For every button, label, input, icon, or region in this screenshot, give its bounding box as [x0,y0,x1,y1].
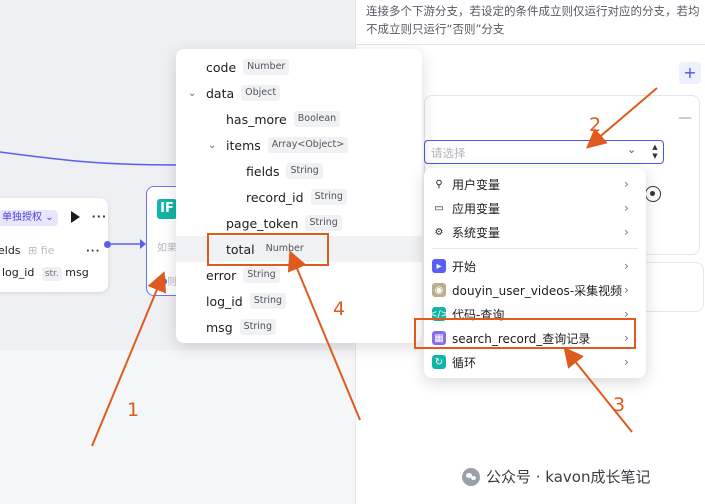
type-tag: String [239,319,276,335]
type-tag-str: str. [41,267,62,281]
tree-item-log-id[interactable]: log_id String [176,288,422,314]
gear-icon: ⚙ [434,226,444,238]
user-icon: ⚲ [435,178,443,190]
variable-select[interactable]: 请选择 ⌄ ▲ ▼ [424,140,664,164]
annotation-number-1: 1 [127,399,140,421]
tree-item-msg[interactable]: msg String [176,314,422,340]
type-tag: String [286,163,323,179]
highlight-box-total [207,233,329,266]
field-label-fields: elds [0,244,21,257]
chevron-down-icon[interactable]: ⌄ [188,88,198,99]
menu-item-label: 应用变量 [452,201,501,216]
tree-item-name: error [206,267,237,283]
chevron-right-icon: › [624,355,629,369]
wechat-icon [462,467,480,486]
tree-item-name: msg [206,319,233,335]
chevron-right-icon: › [624,201,629,215]
variable-tree-popup[interactable]: code Number ⌄ data Object has_more Boolean ⌄ ite… [176,49,422,343]
output-port[interactable] [104,241,111,248]
type-tag: Number [243,59,290,75]
tree-item-name: code [206,59,237,75]
watermark: 公众号 · kavon成长笔记 [462,466,650,487]
menu-item-label: 循环 [452,355,477,370]
annotation-number-2: 2 [589,114,602,136]
tree-item-has-more[interactable]: has_more Boolean [176,106,422,132]
tree-item-name: page_token [226,215,299,231]
tree-item-code[interactable]: code Number [176,54,422,80]
radio-icon[interactable] [645,186,661,202]
loop-icon: ↻ [432,355,446,369]
tree-item-items[interactable]: ⌄ items Array<Object> [176,132,422,158]
field-faded-fields: ⊞ fie [28,244,55,257]
menu-item-label: douyin_user_videos-采集视频 [452,283,623,298]
plugin-avatar-icon: ◉ [432,283,446,297]
tree-item-name: record_id [246,189,304,205]
menu-item-2[interactable]: ⚙ 系统变量 › [424,220,646,244]
watermark-text: 公众号 · kavon成长笔记 [486,468,651,486]
type-tag: String [243,267,280,283]
tree-item-name: has_more [226,111,287,127]
annotation-number-4: 4 [333,298,346,320]
chevron-down-icon[interactable]: ⌄ [208,140,218,151]
play-icon[interactable] [71,211,81,223]
tree-item-name: data [206,85,235,101]
tree-item-name: log_id [206,293,243,309]
auth-tag[interactable]: 单独授权 ⌄ [0,210,58,226]
tree-item-fields[interactable]: fields String [176,158,422,184]
type-tag: Array<Object> [267,137,349,153]
menu-item-3[interactable]: ▸ 开始 › [424,254,646,278]
remove-icon[interactable]: — [678,110,692,126]
menu-item-0[interactable]: ⚲ 用户变量 › [424,172,646,196]
menu-item-label: 系统变量 [452,225,501,240]
input-port[interactable] [160,278,167,285]
if-badge: IF [157,199,177,219]
select-placeholder: 请选择 [431,146,466,160]
chevron-right-icon: › [624,225,629,239]
panel-description: 连接多个下游分支，若设定的条件成立则仅运行对应的分支，若均不成立则只运行“否则”… [366,4,700,36]
menu-divider [432,248,638,249]
type-tag: String [310,189,347,205]
menu-item-1[interactable]: ▭ 应用变量 › [424,196,646,220]
more-icon-small[interactable]: ··· [86,246,100,257]
tree-item-data[interactable]: ⌄ data Object [176,80,422,106]
add-condition-button[interactable]: + [679,62,701,84]
field-label-msg: msg [65,266,89,279]
workflow-node-left[interactable]: 单独授权 ⌄ ··· elds ⊞ fie ··· log_id str. ms… [0,198,108,292]
chevron-right-icon: › [624,259,629,273]
menu-item-7[interactable]: ↻ 循环 › [424,350,646,374]
chevron-right-icon: › [624,283,629,297]
type-tag: String [305,215,342,231]
more-icon[interactable]: ··· [92,210,108,223]
chevron-right-icon: › [624,177,629,191]
start-icon: ▸ [432,259,446,273]
stepper-icon[interactable]: ▲ ▼ [649,143,661,161]
tree-item-name: fields [246,163,280,179]
highlight-box-search-record [414,318,636,349]
type-tag: Boolean [293,111,341,127]
chevron-down-icon[interactable]: ⌄ [627,143,636,156]
folder-icon: ▭ [434,202,444,214]
annotation-number-3: 3 [613,394,626,416]
tree-item-record-id[interactable]: record_id String [176,184,422,210]
field-label-log-id: log_id [2,266,35,279]
type-tag: String [249,293,287,309]
if-branch-label: 如果 [157,243,177,254]
menu-item-label: 开始 [452,259,477,274]
panel-divider [356,44,705,45]
tree-item-name: items [226,137,261,153]
menu-item-label: 用户变量 [452,177,501,192]
type-tag: Object [241,85,281,101]
menu-item-4[interactable]: ◉ douyin_user_videos-采集视频 › [424,278,646,302]
